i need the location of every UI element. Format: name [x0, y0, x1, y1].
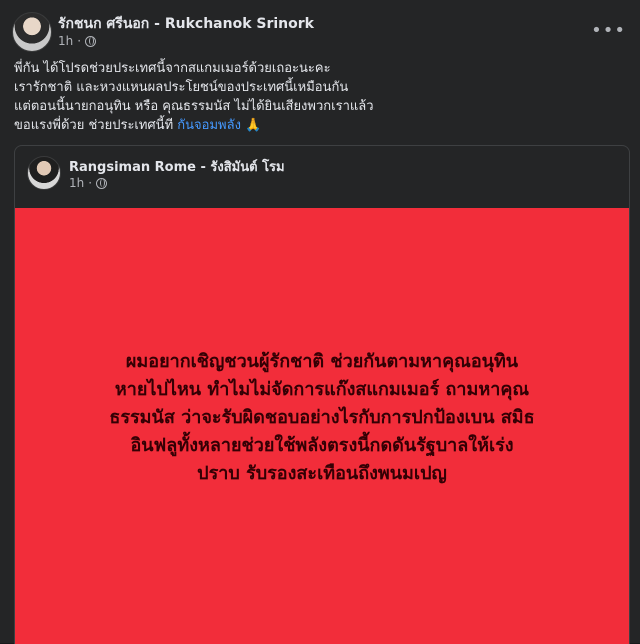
- text-background-card: ผมอยากเชิญชวนผู้รักชาติ ช่วยกันตามหาคุณอ…: [15, 208, 629, 644]
- shared-author-avatar[interactable]: [27, 156, 61, 190]
- shared-post-time[interactable]: 1h: [69, 176, 84, 190]
- post-time[interactable]: 1h: [58, 34, 73, 48]
- shared-post-meta: 1h ·: [69, 176, 108, 190]
- card-text-line: ผมอยากเชิญชวนผู้รักชาติ ช่วยกันตามหาคุณอ…: [125, 351, 519, 372]
- card-text: ผมอยากเชิญชวนผู้รักชาติ ช่วยกันตามหาคุณอ…: [35, 348, 609, 488]
- caption-line: แต่ตอนนี้นายกอนุทิน หรือ คุณธรรมนัส ไม่ไ…: [14, 99, 374, 114]
- post-caption: พี่กัน ได้โปรดช่วยประเทศนี้จากสแกมเมอร์ด…: [14, 59, 614, 135]
- facebook-post: รักชนก ศรีนอก - Rukchanok Srinork 1h · •…: [0, 0, 640, 644]
- shared-post-header: Rangsiman Rome - รังสิมันต์ โรม 1h ·: [27, 156, 607, 196]
- caption-line: ขอแรงพี่ด้วย ช่วยประเทศนี้ที กันจอมพลัง …: [14, 116, 614, 135]
- hashtag-link[interactable]: กันจอมพลัง: [177, 118, 241, 133]
- card-text-line: ปราบ รับรองสะเทือนถึงพนมเปญ: [197, 463, 447, 484]
- globe-icon: [96, 177, 108, 189]
- card-text-line: หายไปไหน ทำไมไม่จัดการแก๊งสแกมเมอร์ ถามห…: [114, 379, 530, 400]
- caption-line: เรารักชาติ และหวงแหนผลประโยชน์ของประเทศน…: [14, 80, 349, 95]
- card-text-line: อินฟลูทั้งหลายช่วยใช้พลังตรงนี้กดดันรัฐบ…: [130, 435, 514, 456]
- card-text-line: ธรรมนัส ว่าจะรับผิดชอบอย่างไรกับการปกป้อ…: [109, 407, 535, 428]
- shared-post[interactable]: Rangsiman Rome - รังสิมันต์ โรม 1h · ผมอ…: [14, 145, 630, 644]
- globe-icon: [85, 35, 97, 47]
- caption-line-text: ขอแรงพี่ด้วย ช่วยประเทศนี้ที: [14, 118, 174, 133]
- caption-line: พี่กัน ได้โปรดช่วยประเทศนี้จากสแกมเมอร์ด…: [14, 61, 331, 76]
- shared-author-name[interactable]: Rangsiman Rome - รังสิมันต์ โรม: [69, 156, 285, 177]
- praying-hands-emoji: 🙏: [245, 118, 262, 133]
- author-name[interactable]: รักชนก ศรีนอก - Rukchanok Srinork: [58, 13, 314, 35]
- more-options-icon[interactable]: •••: [591, 20, 626, 41]
- post-meta: 1h ·: [58, 34, 97, 48]
- post-header: รักชนก ศรีนอก - Rukchanok Srinork 1h ·: [12, 12, 612, 52]
- author-avatar[interactable]: [12, 12, 52, 52]
